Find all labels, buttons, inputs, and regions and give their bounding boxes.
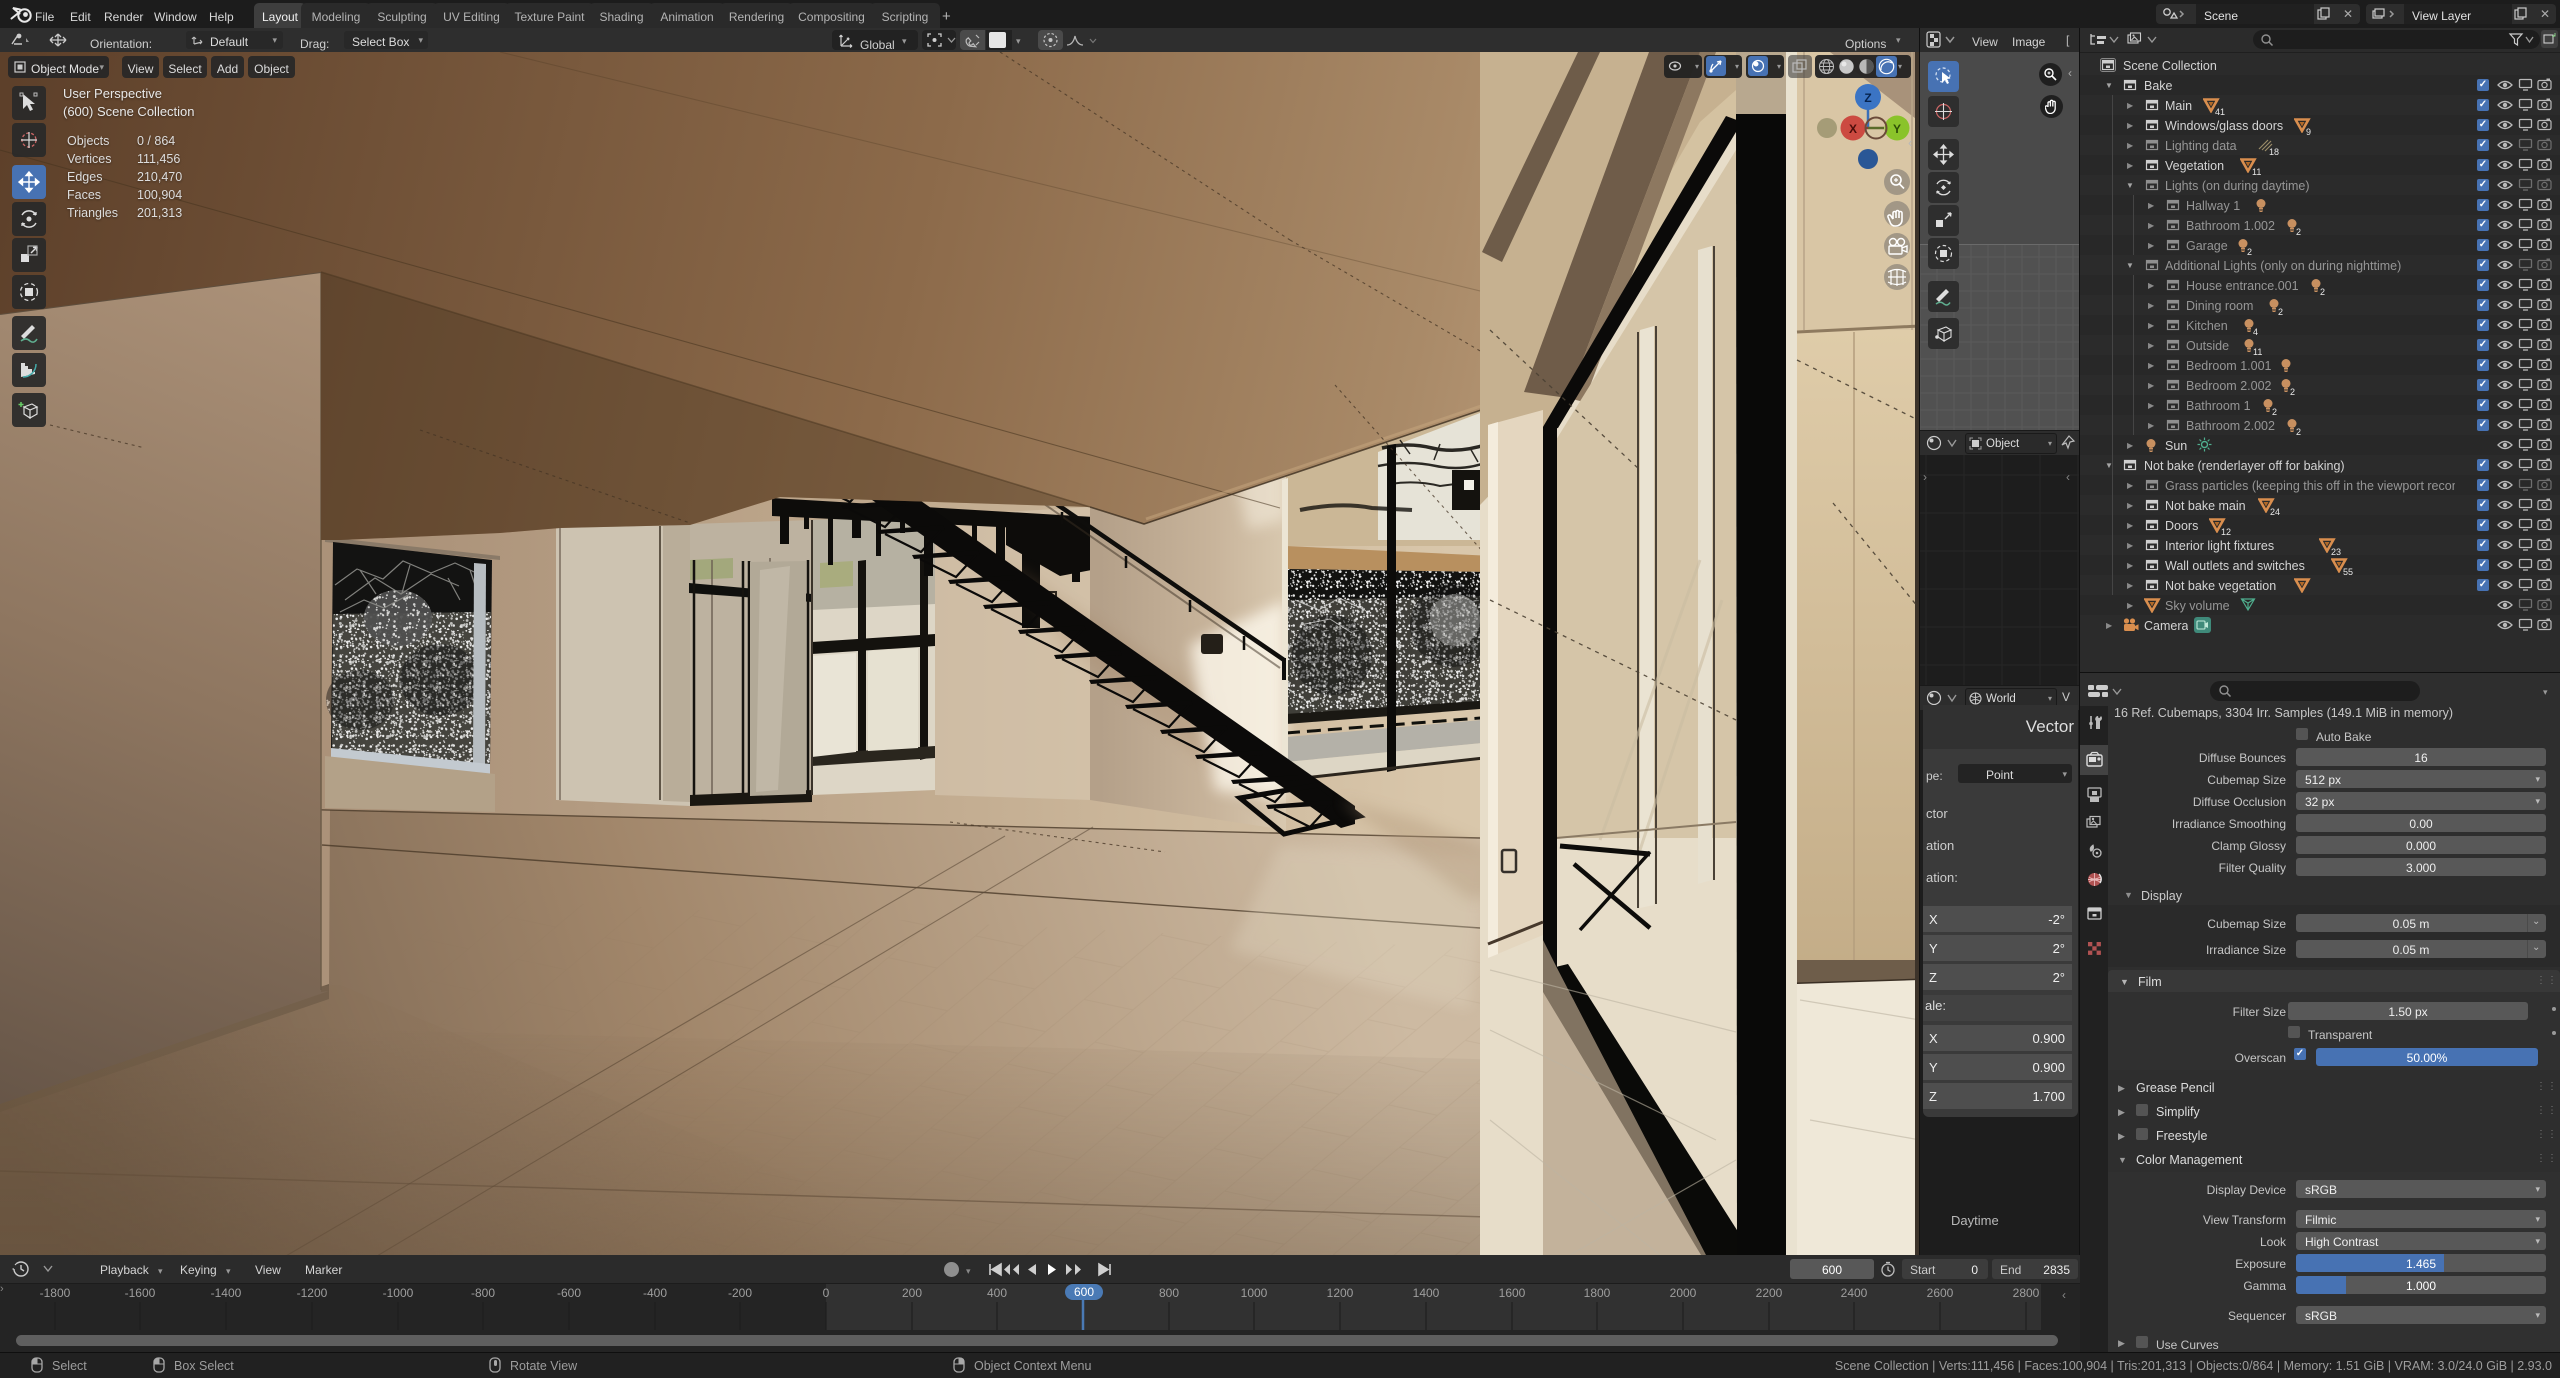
svg-text:-1800: -1800: [40, 1286, 71, 1300]
svg-text:0: 0: [823, 1286, 830, 1300]
svg-text:1400: 1400: [1413, 1286, 1440, 1300]
svg-text:200: 200: [902, 1286, 922, 1300]
svg-text:1200: 1200: [1327, 1286, 1354, 1300]
svg-text:-1400: -1400: [211, 1286, 242, 1300]
svg-text:Z: Z: [1864, 91, 1871, 105]
svg-text:1800: 1800: [1584, 1286, 1611, 1300]
svg-text:-400: -400: [643, 1286, 667, 1300]
svg-text:Y: Y: [1893, 122, 1901, 136]
svg-text:-1600: -1600: [125, 1286, 156, 1300]
svg-text:X: X: [1849, 122, 1857, 136]
svg-text:1000: 1000: [1241, 1286, 1268, 1300]
svg-text:-200: -200: [728, 1286, 752, 1300]
svg-text:2200: 2200: [1756, 1286, 1783, 1300]
svg-text:-800: -800: [471, 1286, 495, 1300]
svg-text:2000: 2000: [1670, 1286, 1697, 1300]
svg-text:-1200: -1200: [297, 1286, 328, 1300]
svg-text:-1000: -1000: [383, 1286, 414, 1300]
svg-text:-600: -600: [557, 1286, 581, 1300]
svg-text:2400: 2400: [1841, 1286, 1868, 1300]
svg-text:2800: 2800: [2013, 1286, 2040, 1300]
svg-text:1600: 1600: [1499, 1286, 1526, 1300]
svg-text:600: 600: [1074, 1285, 1094, 1299]
svg-text:2600: 2600: [1927, 1286, 1954, 1300]
svg-text:800: 800: [1159, 1286, 1179, 1300]
svg-text:400: 400: [987, 1286, 1007, 1300]
